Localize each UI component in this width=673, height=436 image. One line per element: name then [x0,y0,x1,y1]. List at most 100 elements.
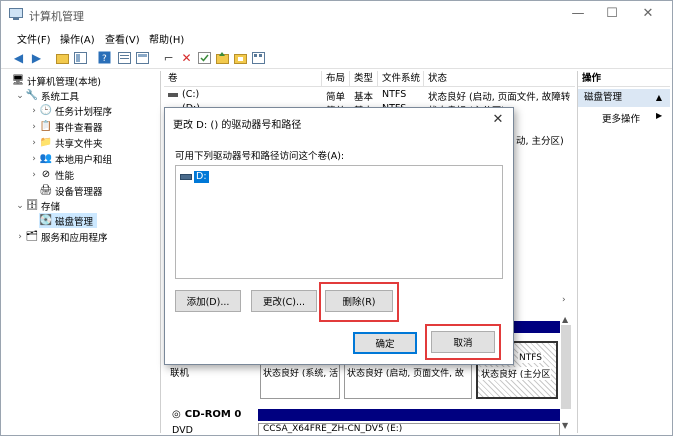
back-icon[interactable]: ◀ [11,50,26,65]
actions-section-disk-management[interactable]: 磁盘管理 ▲ [578,89,670,107]
event-viewer-icon: 📋 [39,121,53,132]
tree-item-label: 磁盘管理 [55,216,94,228]
partition-status: 状态良好 (启动, 页面文件, 故 [347,369,464,379]
view-icon[interactable] [251,50,266,65]
drive-path-listbox[interactable]: D: [175,165,503,279]
list-view-icon[interactable] [135,50,150,65]
tree-item-storage[interactable]: ⌄ 🗄 存储 [15,198,60,213]
dialog-prompt: 可用下列驱动器号和路径访问这个卷(A): [175,151,345,162]
scroll-up-icon[interactable]: ▲ [562,315,568,324]
menu-action[interactable]: 操作(A) [60,31,95,46]
help-icon[interactable]: ? [97,50,112,65]
chevron-down-icon[interactable]: ⌄ [15,201,25,211]
chevron-down-icon[interactable]: ⌄ [15,91,25,101]
storage-icon: 🗄 [25,200,39,211]
disk-status-online: 联机 [170,368,190,379]
dialog-title: 更改 D: () 的驱动器号和路径 [173,120,302,131]
partition-filesystem: NTFS [518,353,543,363]
chevron-right-icon[interactable]: › [29,138,39,148]
tree-item-label: 存储 [41,201,61,213]
column-header-status[interactable]: 状态 [424,71,575,87]
tree-item-device-manager[interactable]: 🖨 设备管理器 [39,183,103,198]
ok-button[interactable]: 确定 [353,332,417,354]
menu-help[interactable]: 帮助(H) [149,31,184,46]
show-hide-tree-icon[interactable] [73,50,88,65]
performance-icon: ⊘ [41,169,51,180]
add-button[interactable]: 添加(D)... [175,290,241,312]
tree-item-local-users[interactable]: › 👥 本地用户和组 [29,151,112,166]
maximize-button[interactable]: ☐ [601,5,623,23]
window-title: 计算机管理 [29,10,84,23]
column-header-volume[interactable]: 卷 [164,71,322,87]
title-bar: 计算机管理 — ☐ ✕ [1,1,672,29]
list-item[interactable]: D: [180,171,209,183]
column-header-layout[interactable]: 布局 [322,71,350,87]
new-volume-icon[interactable] [215,50,230,65]
menu-view[interactable]: 查看(V) [105,31,140,46]
menu-file[interactable]: 文件(F) [17,31,51,46]
list-item-label: D: [194,171,209,183]
cdrom-header-bar [258,409,560,421]
properties-icon[interactable] [117,50,132,65]
cdrom-volume[interactable]: CCSA_X64FRE_ZH-CN_DV5 (E:) [258,423,560,436]
chevron-right-icon[interactable]: › [29,170,39,180]
tree-item-performance[interactable]: › ⊘ 性能 [29,167,74,182]
cdrom-icon: ◎ [172,409,181,420]
tree-item-label: 事件查看器 [55,122,103,134]
delete-icon[interactable]: ✕ [179,50,194,65]
actions-section-label: 磁盘管理 [584,92,623,103]
column-header-type[interactable]: 类型 [350,71,378,87]
cell-filesystem: NTFS [382,89,407,100]
tree-item-label: 任务计划程序 [55,106,113,118]
chevron-right-icon[interactable]: › [29,106,39,116]
tree-item-system-tools[interactable]: ⌄ 🔧 系统工具 [15,88,79,103]
partition-c[interactable]: 状态良好 (启动, 页面文件, 故 [344,363,472,399]
change-button[interactable]: 更改(C)... [251,290,317,312]
cell-volume: (C:) [182,89,200,100]
check-icon[interactable] [197,50,212,65]
cell-type: 基本 [354,92,374,103]
volume-icon [168,93,178,97]
chevron-right-icon[interactable]: › [15,232,25,242]
cell-status-partial: 动, 主分区) [516,136,564,147]
navigation-tree: 🖥 计算机管理(本地) ⌄ 🔧 系统工具 › 🕒 任务计划程序 › 📋 事件查看… [9,71,161,433]
minimize-button[interactable]: — [567,5,589,23]
dialog-close-button[interactable]: ✕ [489,111,507,129]
tree-item-label: 系统工具 [41,91,80,103]
actions-pane: 操作 磁盘管理 ▲ 更多操作 ▶ [577,71,670,433]
tree-item-services[interactable]: › 🗂 服务和应用程序 [15,229,107,244]
tree-item-event-viewer[interactable]: › 📋 事件查看器 [29,119,103,134]
import-icon[interactable] [233,50,248,65]
chevron-right-icon[interactable]: › [29,122,39,132]
partition-status: 状态良好 (系统, 活 [263,369,339,379]
column-header-filesystem[interactable]: 文件系统 [378,71,424,87]
scroll-down-icon[interactable]: ▼ [562,421,568,430]
chevron-right-icon[interactable]: › [29,154,39,164]
collapse-up-icon[interactable]: ▲ [656,89,662,107]
connect-icon[interactable]: ⌐ [161,50,176,65]
chevron-right-icon: ▶ [656,111,663,120]
tree-item-disk-management[interactable]: 💽 磁盘管理 [39,213,98,228]
change-drive-letter-dialog: 更改 D: () 的驱动器号和路径 ✕ 可用下列驱动器号和路径访问这个卷(A):… [164,107,514,365]
clock-icon: 🕒 [39,105,53,116]
cell-layout: 简单 [326,92,346,103]
close-button[interactable]: ✕ [637,5,659,23]
vertical-scrollbar[interactable] [561,325,571,409]
services-icon: 🗂 [25,231,39,242]
tree-item-label: 性能 [55,170,75,182]
remove-button[interactable]: 删除(R) [325,290,393,312]
disk-management-icon: 💽 [39,215,53,226]
tree-item-task-scheduler[interactable]: › 🕒 任务计划程序 [29,103,112,118]
partition-system[interactable]: 状态良好 (系统, 活 [260,363,340,399]
more-actions-link[interactable]: 更多操作 ▶ [602,111,662,125]
up-folder-icon[interactable] [55,50,70,65]
tree-item-root[interactable]: 🖥 计算机管理(本地) [11,73,101,88]
device-manager-icon: 🖨 [39,185,53,196]
users-icon: 👥 [39,153,53,164]
cancel-button[interactable]: 取消 [431,331,495,353]
svg-text:?: ? [102,54,107,64]
partition-status: 状态良好 (主分区 [480,367,552,380]
forward-icon[interactable]: ▶ [29,50,44,65]
cdrom-label[interactable]: ◎ CD-ROM 0 [172,409,241,420]
tree-item-shared-folders[interactable]: › 📁 共享文件夹 [29,135,102,150]
